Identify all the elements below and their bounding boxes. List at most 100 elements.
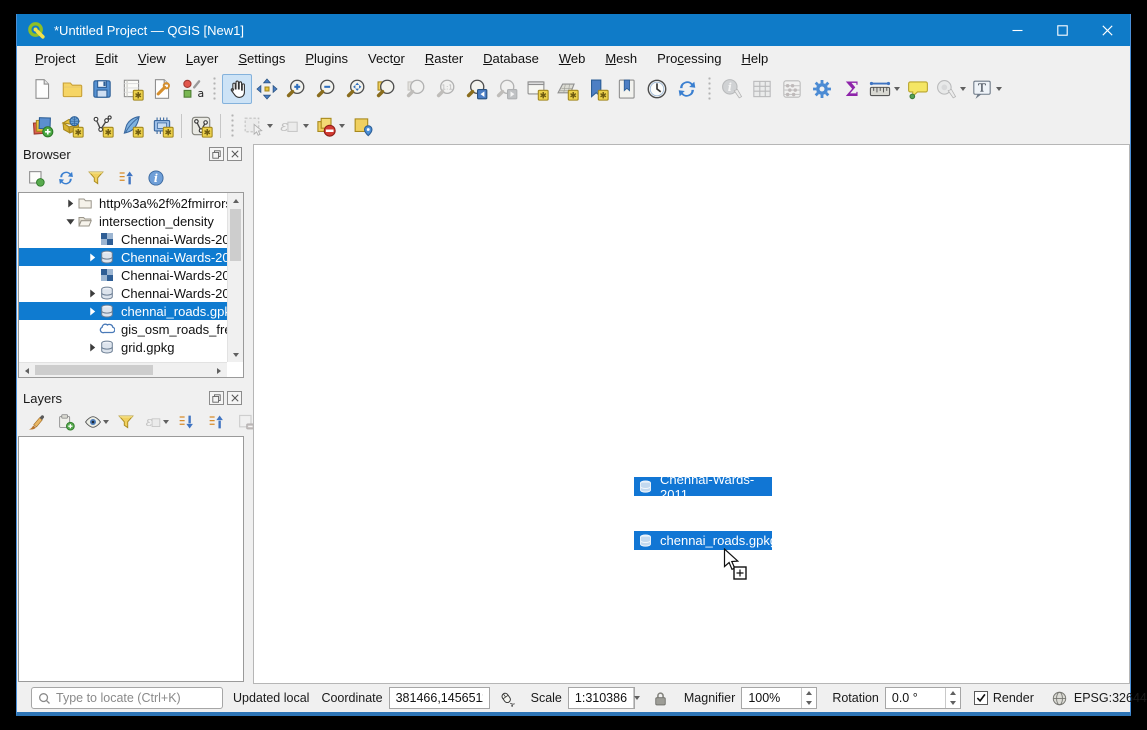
rotation-down-button[interactable] — [946, 698, 960, 708]
temporal-controller-button[interactable] — [642, 74, 672, 104]
processing-toolbox-button[interactable] — [807, 74, 837, 104]
menu-settings[interactable]: Settings — [228, 48, 295, 69]
collapse-all-button[interactable] — [114, 166, 137, 189]
new-shapefile-layer-button[interactable] — [87, 111, 117, 141]
collapse-all-button[interactable] — [204, 410, 227, 433]
magnifier-up-button[interactable] — [802, 688, 816, 698]
toolbar-drag-handle[interactable] — [230, 113, 235, 139]
expand-arrow-icon[interactable] — [85, 307, 99, 316]
magnifier-down-button[interactable] — [802, 698, 816, 708]
zoom-native-resolution-button[interactable]: 1:1 — [432, 74, 462, 104]
menu-raster[interactable]: Raster — [415, 48, 473, 69]
filter-browser-button[interactable] — [84, 166, 107, 189]
new-virtual-layer-button[interactable] — [186, 111, 216, 141]
layer-properties-button[interactable]: i — [144, 166, 167, 189]
close-button[interactable] — [1085, 14, 1130, 46]
style-manager-button[interactable]: a — [177, 74, 207, 104]
zoom-to-layer-button[interactable] — [372, 74, 402, 104]
horizontal-scroll-thumb[interactable] — [35, 365, 153, 375]
collapse-arrow-icon[interactable] — [63, 217, 77, 226]
dropdown-arrow-icon[interactable] — [265, 112, 275, 140]
menu-plugins[interactable]: Plugins — [295, 48, 358, 69]
scroll-right-button[interactable] — [211, 363, 227, 378]
menu-vector[interactable]: Vector — [358, 48, 415, 69]
dropdown-arrow-icon[interactable] — [301, 112, 311, 140]
refresh-browser-button[interactable] — [54, 166, 77, 189]
expand-all-button[interactable] — [174, 410, 197, 433]
new-3d-map-view-button[interactable] — [552, 74, 582, 104]
new-temporary-scratch-layer-button[interactable] — [117, 111, 147, 141]
layers-float-button[interactable] — [209, 391, 224, 405]
zoom-next-button[interactable] — [492, 74, 522, 104]
scale-dropdown-arrow[interactable] — [633, 688, 640, 708]
menu-project[interactable]: Project — [25, 48, 85, 69]
vertical-scroll-thumb[interactable] — [230, 209, 241, 261]
add-selected-layers-button[interactable] — [24, 166, 47, 189]
map-canvas[interactable]: Chennai-Wards-2011chennai_roads.gpkg — [253, 144, 1130, 684]
text-annotation-button[interactable]: T — [969, 74, 1005, 104]
browser-item-http-3a-2f-2fmirrors-1[interactable]: http%3a%2f%2fmirrors.1 — [19, 194, 227, 212]
browser-item-chennai-wards-2011[interactable]: Chennai-Wards-2011 — [19, 248, 227, 266]
zoom-to-selection-button[interactable] — [402, 74, 432, 104]
add-group-button[interactable] — [54, 410, 77, 433]
new-mesh-layer-button[interactable] — [147, 111, 177, 141]
pan-map-button[interactable] — [222, 74, 252, 104]
menu-help[interactable]: Help — [731, 48, 778, 69]
magnifier-spinbox[interactable]: 100% — [741, 687, 817, 709]
scale-combo[interactable]: 1:310386 — [568, 687, 635, 709]
toolbar-drag-handle[interactable] — [707, 76, 712, 102]
scroll-left-button[interactable] — [19, 363, 35, 378]
extents-mouse-toggle-icon[interactable] — [497, 689, 516, 708]
dropdown-arrow-icon[interactable] — [337, 112, 347, 140]
open-data-source-manager-button[interactable] — [27, 111, 57, 141]
menu-layer[interactable]: Layer — [176, 48, 229, 69]
expand-arrow-icon[interactable] — [85, 253, 99, 262]
dropdown-arrow-icon[interactable] — [892, 75, 902, 103]
dropdown-arrow-icon[interactable] — [994, 75, 1004, 103]
deselect-all-layers-button[interactable] — [312, 111, 348, 141]
open-attribute-table-button[interactable] — [747, 74, 777, 104]
rotation-up-button[interactable] — [946, 688, 960, 698]
filter-legend-button[interactable] — [114, 410, 137, 433]
layers-list-empty[interactable] — [18, 436, 244, 682]
browser-item-grid-gpkg[interactable]: grid.gpkg — [19, 338, 227, 356]
coordinate-input[interactable] — [390, 691, 489, 705]
measure-line-button[interactable] — [867, 74, 903, 104]
zoom-full-button[interactable] — [342, 74, 372, 104]
menu-database[interactable]: Database — [473, 48, 549, 69]
run-feature-action-button[interactable] — [933, 74, 969, 104]
new-project-button[interactable] — [27, 74, 57, 104]
select-features-button[interactable] — [240, 111, 276, 141]
manage-map-themes-button[interactable] — [84, 410, 107, 433]
menu-mesh[interactable]: Mesh — [595, 48, 647, 69]
browser-float-button[interactable] — [209, 147, 224, 161]
rotation-spinbox[interactable]: 0.0 ° — [885, 687, 961, 709]
crs-globe-icon[interactable] — [1050, 689, 1069, 708]
scroll-up-button[interactable] — [228, 193, 244, 208]
select-by-expression-button[interactable]: ε — [276, 111, 312, 141]
dropdown-arrow-icon[interactable] — [958, 75, 968, 103]
maximize-button[interactable] — [1040, 14, 1085, 46]
show-statistical-summary-button[interactable]: Σ — [837, 74, 867, 104]
browser-item-gis-osm-roads-free-1[interactable]: gis_osm_roads_free_1 — [19, 320, 227, 338]
browser-close-button[interactable] — [227, 147, 242, 161]
new-geopackage-layer-button[interactable] — [57, 111, 87, 141]
layers-close-button[interactable] — [227, 391, 242, 405]
dropdown-arrow-icon[interactable] — [103, 411, 109, 432]
locate-search[interactable] — [31, 687, 223, 709]
zoom-out-button[interactable] — [312, 74, 342, 104]
pan-to-selection-button[interactable] — [252, 74, 282, 104]
menu-edit[interactable]: Edit — [85, 48, 127, 69]
toolbar-drag-handle[interactable] — [212, 76, 217, 102]
menu-processing[interactable]: Processing — [647, 48, 731, 69]
browser-item-chennai-wards-2011[interactable]: Chennai-Wards-2011 — [19, 266, 227, 284]
dropdown-arrow-icon[interactable] — [163, 411, 169, 432]
show-layout-manager-button[interactable] — [147, 74, 177, 104]
browser-item-chennai-roads-gpkg[interactable]: chennai_roads.gpkg — [19, 302, 227, 320]
browser-item-chennai-wards-2011[interactable]: Chennai-Wards-2011 — [19, 284, 227, 302]
filter-by-expression-button[interactable]: ε — [144, 410, 167, 433]
menu-view[interactable]: View — [128, 48, 176, 69]
new-spatial-bookmark-button[interactable] — [582, 74, 612, 104]
open-layer-styling-button[interactable] — [24, 410, 47, 433]
zoom-in-button[interactable] — [282, 74, 312, 104]
